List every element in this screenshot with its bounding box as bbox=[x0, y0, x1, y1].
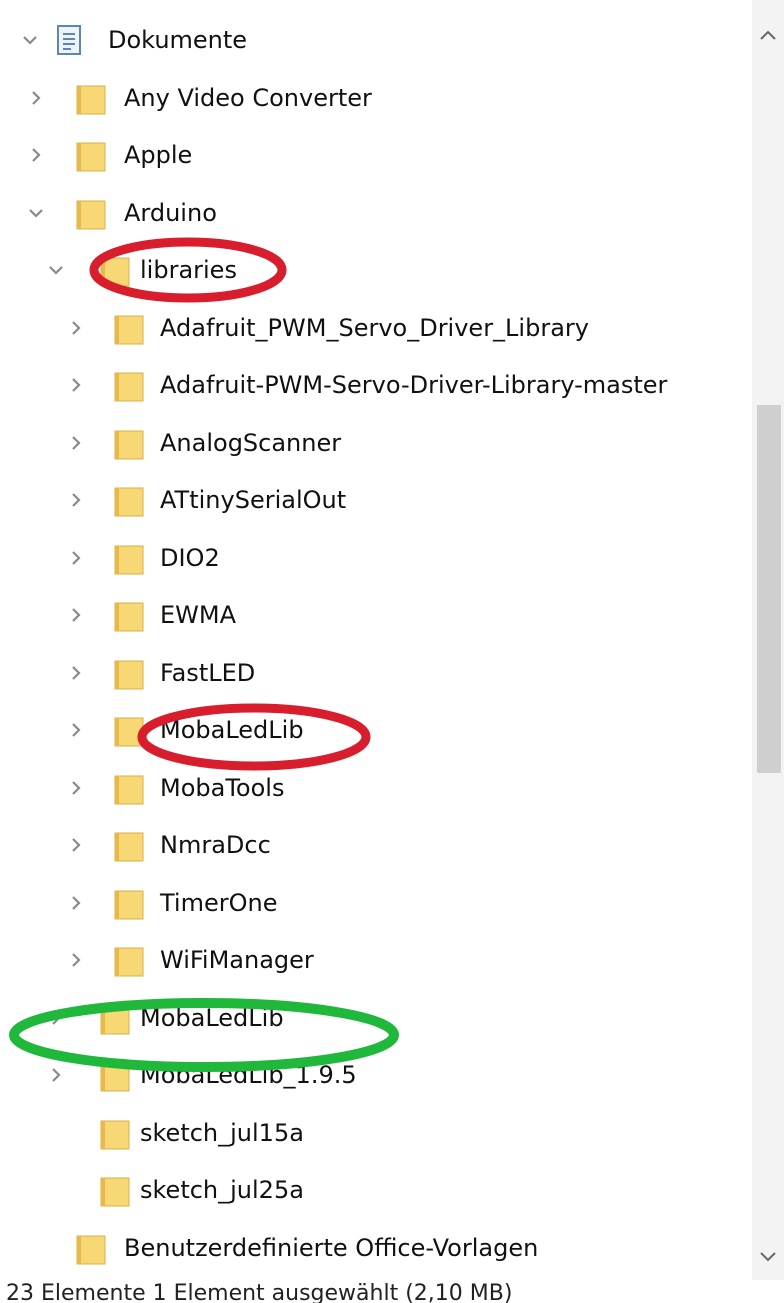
tree-item-label: ATtinySerialOut bbox=[160, 486, 347, 514]
tree-item-apple[interactable]: Apple bbox=[0, 131, 752, 181]
folder-icon bbox=[114, 314, 144, 346]
tree-item-attinyserialout[interactable]: ATtinySerialOut bbox=[0, 476, 752, 526]
tree-item-adafruit-pwm-servo-driver-library[interactable]: Adafruit_PWM_Servo_Driver_Library bbox=[0, 304, 752, 354]
folder-icon bbox=[100, 1119, 130, 1151]
tree-item-any-video-converter[interactable]: Any Video Converter bbox=[0, 74, 752, 124]
tree-item-label: Any Video Converter bbox=[124, 83, 372, 112]
tree-item-label: Adafruit_PWM_Servo_Driver_Library bbox=[160, 313, 589, 342]
folder-icon bbox=[76, 1234, 106, 1266]
tree-item-label: Dokumente bbox=[108, 26, 248, 54]
vertical-scrollbar[interactable] bbox=[752, 0, 784, 1280]
folder-icon bbox=[114, 946, 144, 978]
tree-item-mobaledlib-1-9-5[interactable]: MobaLedLib_1.9.5 bbox=[0, 1051, 752, 1101]
tree-item-mobaledlib[interactable]: MobaLedLib bbox=[0, 994, 752, 1044]
chevron-right-icon[interactable] bbox=[64, 776, 88, 800]
folder-icon bbox=[76, 199, 106, 231]
scrollbar-thumb[interactable] bbox=[757, 405, 781, 773]
chevron-right-icon[interactable] bbox=[64, 488, 88, 512]
tree-item-timerone[interactable]: TimerOne bbox=[0, 879, 752, 929]
chevron-right-icon[interactable] bbox=[64, 316, 88, 340]
tree-item-ewma[interactable]: EWMA bbox=[0, 591, 752, 641]
tree-item-adafruit-pwm-servo-driver-library-master[interactable]: Adafruit-PWM-Servo-Driver-Library-master bbox=[0, 361, 752, 411]
folder-icon bbox=[100, 256, 130, 288]
tree-item-label: MobaLedLib bbox=[160, 716, 304, 744]
document-library-icon bbox=[56, 24, 82, 56]
tree-item-arduino[interactable]: Arduino bbox=[0, 189, 752, 239]
folder-icon bbox=[100, 1004, 130, 1036]
chevron-right-icon[interactable] bbox=[24, 86, 48, 110]
folder-icon bbox=[76, 141, 106, 173]
chevron-right-icon[interactable] bbox=[64, 891, 88, 915]
folder-icon bbox=[100, 1061, 130, 1093]
tree-item-wifimanager[interactable]: WiFiManager bbox=[0, 936, 752, 986]
chevron-right-icon[interactable] bbox=[64, 546, 88, 570]
tree-item-label: WiFiManager bbox=[160, 946, 314, 974]
tree-item-nmradcc[interactable]: NmraDcc bbox=[0, 821, 752, 871]
tree-item-dio2[interactable]: DIO2 bbox=[0, 534, 752, 584]
tree-item-label: TimerOne bbox=[160, 888, 278, 917]
tree-item-label: Adafruit-PWM-Servo-Driver-Library-master bbox=[160, 371, 668, 399]
navigation-tree: Dokumente Any Video Converter Apple Arduino… bbox=[0, 0, 752, 1303]
chevron-down-icon[interactable] bbox=[18, 28, 42, 52]
chevron-right-icon[interactable] bbox=[24, 143, 48, 167]
chevron-right-icon[interactable] bbox=[64, 833, 88, 857]
tree-item-fastled[interactable]: FastLED bbox=[0, 649, 752, 699]
tree-item-label: MobaLedLib bbox=[140, 1003, 284, 1032]
tree-item-label: MobaLedLib_1.9.5 bbox=[140, 1061, 357, 1089]
chevron-right-icon[interactable] bbox=[64, 718, 88, 742]
chevron-right-icon[interactable] bbox=[64, 431, 88, 455]
folder-icon bbox=[100, 1176, 130, 1208]
tree-item-label: Arduino bbox=[124, 198, 217, 227]
chevron-right-icon[interactable] bbox=[44, 1006, 68, 1030]
tree-item-label: FastLED bbox=[160, 658, 256, 687]
tree-item-label: DIO2 bbox=[160, 543, 220, 572]
tree-item-label: EWMA bbox=[160, 601, 237, 629]
tree-item-analogscanner[interactable]: AnalogScanner bbox=[0, 419, 752, 469]
tree-item-mobatools[interactable]: MobaTools bbox=[0, 764, 752, 814]
folder-icon bbox=[114, 429, 144, 461]
folder-icon bbox=[114, 716, 144, 748]
tree-item-sketch-jul15a[interactable]: sketch_jul15a bbox=[0, 1109, 752, 1159]
folder-icon bbox=[114, 486, 144, 518]
status-bar-text: 23 Elemente 1 Element ausgewählt (2,10 M… bbox=[6, 1282, 513, 1303]
tree-item-benutzerdefinierte-office-vorlagen[interactable]: Benutzerdefinierte Office-Vorlagen bbox=[0, 1224, 752, 1274]
chevron-right-icon[interactable] bbox=[64, 603, 88, 627]
chevron-right-icon[interactable] bbox=[44, 1063, 68, 1087]
scroll-down-arrow-icon[interactable] bbox=[756, 1244, 780, 1268]
folder-icon bbox=[114, 831, 144, 863]
folder-icon bbox=[114, 774, 144, 806]
folder-icon bbox=[114, 544, 144, 576]
tree-item-label: sketch_jul25a bbox=[140, 1176, 304, 1204]
chevron-right-icon[interactable] bbox=[64, 661, 88, 685]
scroll-up-arrow-icon[interactable] bbox=[756, 24, 780, 48]
chevron-right-icon[interactable] bbox=[64, 948, 88, 972]
folder-icon bbox=[114, 371, 144, 403]
folder-icon bbox=[114, 601, 144, 633]
tree-item-mobaledlib[interactable]: MobaLedLib bbox=[0, 706, 752, 756]
tree-item-sketch-jul25a[interactable]: sketch_jul25a bbox=[0, 1166, 752, 1216]
tree-item-libraries[interactable]: libraries bbox=[0, 246, 752, 296]
tree-item-label: Benutzerdefinierte Office-Vorlagen bbox=[124, 1233, 539, 1262]
chevron-down-icon[interactable] bbox=[24, 201, 48, 225]
tree-item-dokumente[interactable]: Dokumente bbox=[0, 16, 752, 66]
tree-item-label: libraries bbox=[140, 256, 237, 284]
folder-icon bbox=[114, 889, 144, 921]
tree-item-label: NmraDcc bbox=[160, 831, 271, 859]
tree-item-label: AnalogScanner bbox=[160, 428, 342, 457]
folder-icon bbox=[114, 659, 144, 691]
chevron-right-icon[interactable] bbox=[64, 373, 88, 397]
tree-item-label: Apple bbox=[124, 141, 193, 169]
chevron-down-icon[interactable] bbox=[44, 258, 68, 282]
tree-item-label: MobaTools bbox=[160, 773, 285, 802]
tree-item-label: sketch_jul15a bbox=[140, 1118, 304, 1147]
folder-icon bbox=[76, 84, 106, 116]
